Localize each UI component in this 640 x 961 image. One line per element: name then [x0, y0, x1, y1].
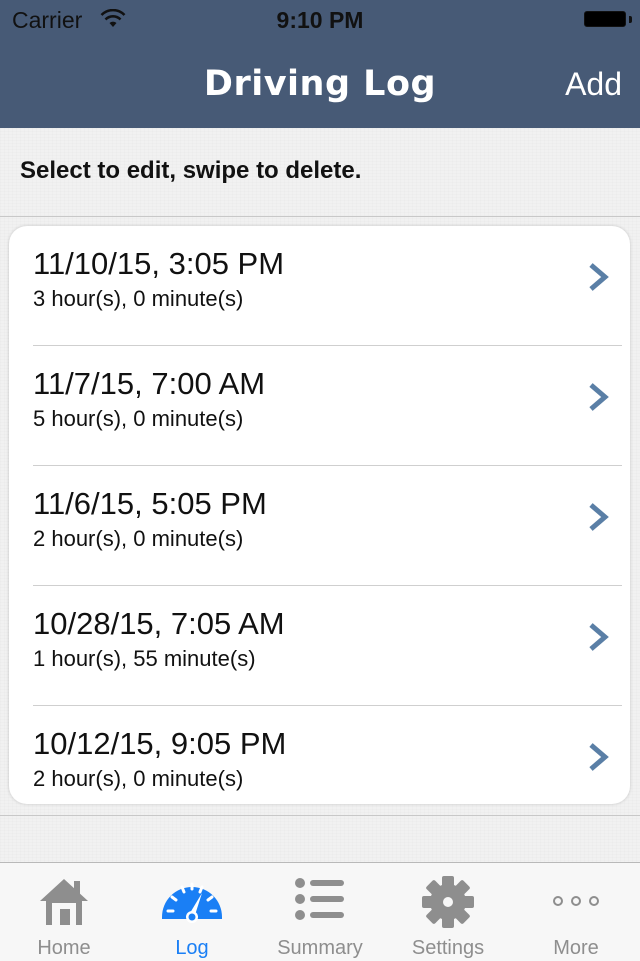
- tab-more[interactable]: More: [512, 863, 640, 961]
- tab-label: Summary: [277, 937, 363, 959]
- chevron-right-icon: [589, 383, 609, 411]
- divider: [0, 216, 640, 217]
- log-entry[interactable]: 11/10/15, 3:05 PM 3 hour(s), 0 minute(s): [9, 226, 630, 346]
- chevron-right-icon: [589, 743, 609, 771]
- page-title: Driving Log: [203, 64, 437, 104]
- instruction-text: Select to edit, swipe to delete.: [20, 157, 362, 184]
- tab-label: Settings: [411, 937, 485, 959]
- chevron-right-icon: [589, 503, 609, 531]
- log-entry[interactable]: 10/12/15, 9:05 PM 2 hour(s), 0 minute(s): [9, 706, 630, 804]
- entry-duration: 5 hour(s), 0 minute(s): [33, 406, 244, 431]
- house-icon: [40, 879, 88, 925]
- status-bar: Carrier 9:10 PM: [0, 0, 640, 40]
- add-button[interactable]: Add: [565, 66, 622, 103]
- tab-home[interactable]: Home: [0, 863, 128, 961]
- entry-duration: 2 hour(s), 0 minute(s): [33, 526, 244, 551]
- gear-icon: [422, 876, 474, 928]
- tab-label: More: [553, 937, 599, 959]
- battery-icon: [584, 11, 632, 29]
- list-icon: [295, 878, 344, 920]
- entry-date: 11/7/15, 7:00 AM: [33, 366, 266, 401]
- more-dots-icon: [553, 896, 599, 906]
- divider: [0, 815, 640, 816]
- tab-log[interactable]: Log: [128, 863, 256, 961]
- entry-date: 11/6/15, 5:05 PM: [33, 486, 267, 521]
- tab-settings[interactable]: Settings: [384, 863, 512, 961]
- chevron-right-icon: [589, 263, 609, 291]
- entry-date: 10/28/15, 7:05 AM: [33, 606, 285, 641]
- log-entry[interactable]: 11/7/15, 7:00 AM 5 hour(s), 0 minute(s): [9, 346, 630, 466]
- speedometer-icon: [162, 882, 222, 923]
- tab-summary[interactable]: Summary: [256, 863, 384, 961]
- log-list: 11/10/15, 3:05 PM 3 hour(s), 0 minute(s)…: [9, 226, 630, 804]
- navigation-bar: Carrier 9:10 PM Driving Log Add: [0, 0, 640, 128]
- log-entry[interactable]: 10/28/15, 7:05 AM 1 hour(s), 55 minute(s…: [9, 586, 630, 706]
- tab-label: Home: [37, 937, 91, 959]
- entry-date: 11/10/15, 3:05 PM: [33, 246, 285, 281]
- log-entry[interactable]: 11/6/15, 5:05 PM 2 hour(s), 0 minute(s): [9, 466, 630, 586]
- tab-label: Log: [175, 937, 209, 959]
- chevron-right-icon: [589, 623, 609, 651]
- entry-date: 10/12/15, 9:05 PM: [33, 726, 287, 761]
- entry-duration: 3 hour(s), 0 minute(s): [33, 286, 244, 311]
- status-time: 9:10 PM: [276, 7, 364, 33]
- entry-duration: 1 hour(s), 55 minute(s): [33, 646, 256, 671]
- tab-bar: Home Log Summary Settings More: [0, 862, 640, 961]
- entry-duration: 2 hour(s), 0 minute(s): [33, 766, 244, 791]
